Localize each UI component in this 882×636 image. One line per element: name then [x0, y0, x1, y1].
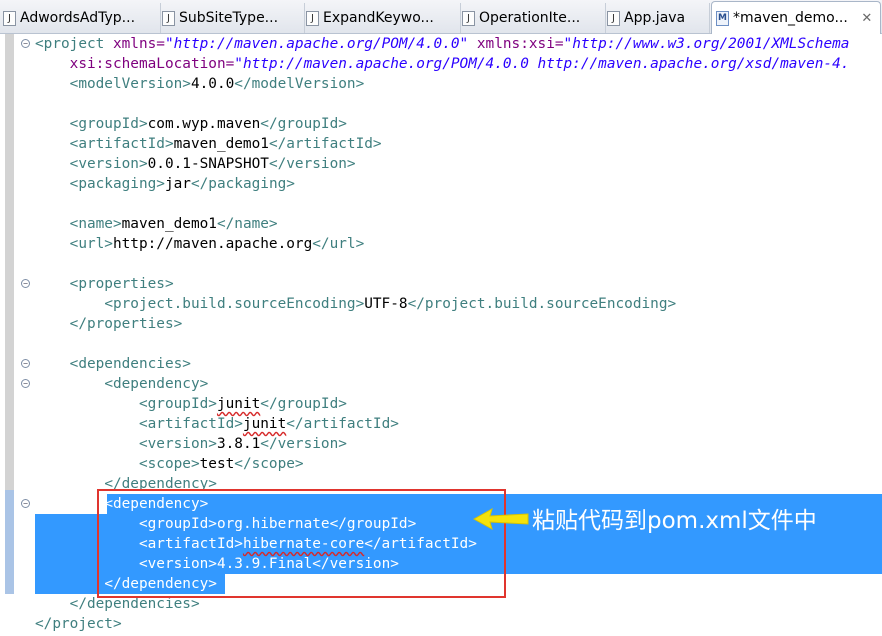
- code-line: <name>maven_demo1</name>: [69, 216, 278, 232]
- code-line: <project xmlns="http://maven.apache.org/…: [35, 36, 850, 52]
- java-file-icon: J: [306, 10, 319, 26]
- fold-toggle-icon[interactable]: −: [21, 39, 30, 48]
- annotation-arrow-icon: [472, 507, 529, 531]
- code-line: </dependencies>: [69, 596, 200, 612]
- tab-label: *maven_demo...: [733, 10, 848, 26]
- code-line: <project.build.sourceEncoding>UTF-8</pro…: [104, 296, 677, 312]
- editor-tab-bar: J AdwordsAdTyp... J SubSiteType... J Exp…: [0, 0, 882, 34]
- tab-operationitem[interactable]: J OperationIte...: [462, 3, 606, 33]
- fold-toggle-icon[interactable]: −: [21, 359, 30, 368]
- java-file-icon: J: [162, 10, 175, 26]
- code-line-selected: <version>4.3.9.Final</version>: [138, 556, 399, 572]
- code-line: <artifactId>junit</artifactId>: [138, 416, 399, 432]
- tab-label: AdwordsAdTyp...: [20, 10, 136, 26]
- code-line: <url>http://maven.apache.org</url>: [69, 236, 365, 252]
- xml-editor[interactable]: − − − − − <project xmlns="http://maven.a…: [0, 34, 882, 636]
- code-line: <dependency>: [104, 376, 209, 392]
- code-line: <version>0.0.1-SNAPSHOT</version>: [69, 156, 356, 172]
- tab-expandkeyword[interactable]: J ExpandKeywo...: [306, 3, 461, 33]
- code-line: <groupId>com.wyp.maven</groupId>: [69, 116, 347, 132]
- java-file-icon: J: [3, 10, 16, 26]
- tab-label: ExpandKeywo...: [323, 10, 434, 26]
- code-line: xsi:schemaLocation="http://maven.apache.…: [69, 56, 850, 72]
- maven-pom-icon: M: [716, 10, 729, 26]
- code-line: <packaging>jar</packaging>: [69, 176, 295, 192]
- annotation-callout: 粘贴代码到pom.xml文件中: [532, 508, 817, 534]
- java-file-icon: J: [462, 10, 475, 26]
- tab-subsitetype[interactable]: J SubSiteType...: [162, 3, 305, 33]
- tab-label: App.java: [624, 10, 686, 26]
- fold-toggle-icon[interactable]: −: [21, 279, 30, 288]
- code-line: </project>: [35, 616, 122, 632]
- tab-label: OperationIte...: [479, 10, 581, 26]
- close-icon[interactable]: ✕: [860, 11, 874, 26]
- code-line: <groupId>junit</groupId>: [138, 396, 347, 412]
- tab-app-java[interactable]: J App.java: [607, 3, 710, 33]
- code-line: <properties>: [69, 276, 174, 292]
- code-line: <version>3.8.1</version>: [138, 436, 347, 452]
- code-line: <modelVersion>4.0.0</modelVersion>: [69, 76, 365, 92]
- code-line: <dependencies>: [69, 356, 191, 372]
- code-line-selected: </dependency>: [104, 576, 217, 592]
- fold-toggle-icon[interactable]: −: [21, 379, 30, 388]
- code-line: <scope>test</scope>: [138, 456, 304, 472]
- tab-maven-demo-pom[interactable]: M *maven_demo... ✕: [711, 1, 881, 34]
- code-line: <artifactId>maven_demo1</artifactId>: [69, 136, 382, 152]
- tab-adwordsadtype[interactable]: J AdwordsAdTyp...: [3, 3, 161, 33]
- java-file-icon: J: [607, 10, 620, 26]
- change-ruler-marker: [5, 490, 14, 594]
- fold-toggle-icon[interactable]: −: [21, 499, 30, 508]
- tab-label: SubSiteType...: [179, 10, 279, 26]
- code-line: </dependency>: [104, 476, 217, 492]
- code-line: </properties>: [69, 316, 183, 332]
- change-ruler: [5, 34, 14, 490]
